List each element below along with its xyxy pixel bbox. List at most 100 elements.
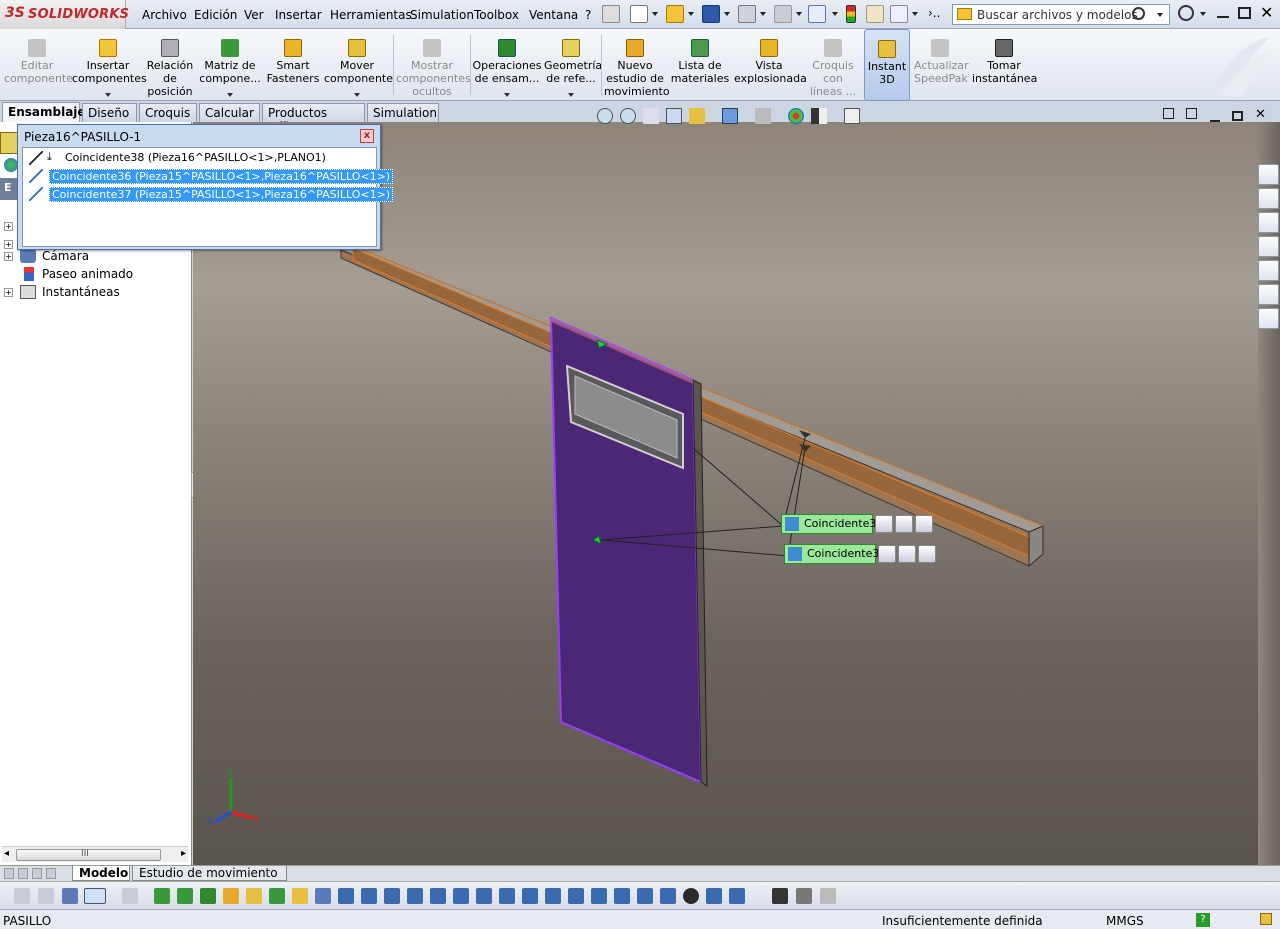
status-units[interactable]: MMGS bbox=[1106, 914, 1144, 928]
update-speedpak-button[interactable]: Actualizar SpeedPak bbox=[914, 29, 969, 101]
new-dropdown-icon[interactable] bbox=[652, 12, 658, 16]
filter-notes-icon[interactable] bbox=[522, 888, 538, 904]
filter-vertices-icon[interactable] bbox=[154, 888, 170, 904]
zoom-to-area-icon[interactable] bbox=[620, 108, 636, 124]
bill-of-materials-button[interactable]: Lista de materiales bbox=[670, 29, 730, 101]
dynamic-annotation-icon[interactable] bbox=[689, 108, 705, 124]
solidworks-resources-icon[interactable] bbox=[1258, 164, 1279, 185]
filter-blocks-icon[interactable] bbox=[637, 888, 653, 904]
filter-toggle-icon[interactable] bbox=[38, 888, 54, 904]
smart-fasteners-button[interactable]: Smart Fasteners bbox=[264, 29, 322, 101]
help-dropdown-icon[interactable] bbox=[1200, 12, 1206, 16]
feature-tree-scrollbar[interactable]: ◂ III ▸ bbox=[2, 846, 188, 862]
menu-archivo[interactable]: Archivo bbox=[142, 8, 187, 22]
filter-midpoints-icon[interactable] bbox=[384, 888, 400, 904]
filter-centerlines-icon[interactable] bbox=[430, 888, 446, 904]
zoom-to-fit-icon[interactable] bbox=[597, 108, 613, 124]
tab-simulation[interactable]: Simulation bbox=[367, 103, 439, 122]
first-tab-arrow-icon[interactable] bbox=[4, 868, 14, 879]
view-settings-icon[interactable] bbox=[844, 108, 860, 124]
assembly-features-dropdown-icon[interactable] bbox=[504, 93, 510, 97]
feature-manager-tab-icon[interactable] bbox=[0, 132, 18, 154]
filter-icon[interactable] bbox=[14, 888, 30, 904]
previous-view-icon[interactable] bbox=[643, 108, 659, 124]
expand-icon[interactable]: + bbox=[4, 288, 13, 297]
tab-ensamblaje[interactable]: Ensamblaje bbox=[2, 102, 86, 122]
filter-routing-points-icon[interactable] bbox=[706, 888, 722, 904]
next-tab-arrow-icon[interactable] bbox=[32, 868, 42, 879]
last-tab-arrow-icon[interactable] bbox=[46, 868, 56, 879]
filter-planes-icon[interactable] bbox=[292, 888, 308, 904]
new-document-icon[interactable] bbox=[630, 5, 648, 23]
doc-close-icon[interactable]: ✕ bbox=[1255, 107, 1266, 122]
options-dropdown-icon[interactable] bbox=[912, 12, 918, 16]
save-icon[interactable] bbox=[702, 5, 720, 23]
rebuild-traffic-light-icon[interactable] bbox=[846, 5, 856, 23]
print-icon[interactable] bbox=[738, 5, 756, 23]
section-view-icon[interactable] bbox=[666, 108, 682, 124]
show-hidden-components-button[interactable]: Mostrar componentes ocultos bbox=[396, 29, 471, 101]
expand-icon[interactable]: + bbox=[4, 222, 13, 231]
mate-options-icon[interactable] bbox=[918, 545, 936, 563]
view-palette-icon[interactable] bbox=[1258, 260, 1279, 281]
assembly-features-button[interactable]: Operaciones de ensam... bbox=[472, 29, 542, 101]
scroll-left-arrow-icon[interactable]: ◂ bbox=[4, 848, 9, 859]
filter-points-icon[interactable] bbox=[315, 888, 331, 904]
filter-surface-finish-icon[interactable] bbox=[476, 888, 492, 904]
menu-edicion[interactable]: Edición bbox=[194, 8, 237, 22]
select-cursor-icon[interactable] bbox=[84, 888, 106, 904]
tab-calcular[interactable]: Calcular bbox=[199, 103, 260, 122]
menu-herramientas[interactable]: Herramientas bbox=[330, 8, 412, 22]
insert-components-dropdown-icon[interactable] bbox=[105, 93, 111, 97]
edit-component-button[interactable]: Editar componente bbox=[4, 29, 73, 101]
camera-settings-icon[interactable] bbox=[796, 888, 812, 904]
reference-geometry-button[interactable]: Geometría de refe... bbox=[544, 29, 602, 101]
flip-alignment-icon[interactable] bbox=[875, 515, 893, 533]
move-component-dropdown-icon[interactable] bbox=[354, 93, 360, 97]
paperclip-icon[interactable] bbox=[898, 545, 916, 563]
filter-edges-icon[interactable] bbox=[177, 888, 193, 904]
tab-productos-office[interactable]: Productos Office bbox=[262, 103, 365, 134]
tree-item-paseo-animado[interactable]: Paseo animado bbox=[4, 266, 184, 284]
scroll-right-arrow-icon[interactable]: ▸ bbox=[181, 848, 186, 859]
filter-center-marks-icon[interactable] bbox=[407, 888, 423, 904]
appearances-scenes-icon[interactable] bbox=[1258, 284, 1279, 305]
appearance-tab-icon[interactable] bbox=[4, 158, 18, 172]
undo-icon[interactable] bbox=[774, 5, 792, 23]
component-pattern-button[interactable]: Matriz de compone... bbox=[198, 29, 262, 101]
undo-dropdown-icon[interactable] bbox=[796, 12, 802, 16]
open-folder-icon[interactable] bbox=[666, 5, 684, 23]
view-orientation-icon[interactable] bbox=[722, 108, 738, 124]
save-dropdown-icon[interactable] bbox=[724, 12, 730, 16]
tab-croquis[interactable]: Croquis bbox=[139, 103, 197, 122]
flip-alignment-icon[interactable] bbox=[878, 545, 896, 563]
search-input[interactable]: Buscar archivos y modelos bbox=[952, 4, 1170, 25]
doc-restore-icon[interactable] bbox=[1232, 111, 1243, 121]
filter-weld-symbols-icon[interactable] bbox=[568, 888, 584, 904]
filter-axes-icon[interactable] bbox=[269, 888, 285, 904]
paperclip-icon[interactable] bbox=[895, 515, 913, 533]
print-dropdown-icon[interactable] bbox=[760, 12, 766, 16]
filter-dimensions-icon[interactable] bbox=[453, 888, 469, 904]
filter-sketch-segments-icon[interactable] bbox=[361, 888, 377, 904]
menu-toolbox[interactable]: Toolbox bbox=[474, 8, 519, 22]
search-icon[interactable] bbox=[1132, 7, 1145, 20]
filter-datum-targets-icon[interactable] bbox=[591, 888, 607, 904]
exploded-view-button[interactable]: Vista explosionada bbox=[734, 29, 807, 101]
insert-components-button[interactable]: Insertar componentes bbox=[72, 29, 147, 101]
camera-disabled-icon[interactable] bbox=[820, 888, 836, 904]
split-view-icon[interactable] bbox=[1163, 108, 1174, 119]
move-component-button[interactable]: Mover componente bbox=[324, 29, 393, 101]
display-style-icon[interactable] bbox=[755, 108, 771, 124]
filter-dowel-pins-icon[interactable] bbox=[660, 888, 676, 904]
mate-options-icon[interactable] bbox=[915, 515, 933, 533]
design-library-icon[interactable] bbox=[1258, 212, 1279, 233]
menu-ventana[interactable]: Ventana bbox=[529, 8, 578, 22]
filter-geometric-tolerance-icon[interactable] bbox=[499, 888, 515, 904]
camera-icon[interactable] bbox=[772, 888, 788, 904]
doc-minimize-icon[interactable] bbox=[1210, 120, 1220, 122]
tab-modelo[interactable]: Modelo bbox=[72, 866, 130, 881]
split-view-2-icon[interactable] bbox=[1186, 108, 1197, 119]
file-properties-icon[interactable] bbox=[866, 5, 884, 23]
component-pattern-dropdown-icon[interactable] bbox=[227, 93, 233, 97]
